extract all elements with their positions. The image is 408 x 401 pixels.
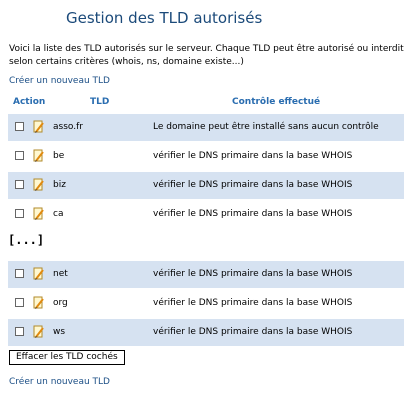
- pencil-edit-icon[interactable]: [33, 296, 45, 310]
- tld-name: ca: [53, 209, 64, 219]
- control-description: vérifier le DNS primaire dans la base WH…: [153, 180, 353, 190]
- pencil-edit-icon[interactable]: [33, 207, 45, 221]
- tld-name: biz: [53, 180, 66, 190]
- row-checkbox[interactable]: [15, 209, 24, 218]
- control-description: vérifier le DNS primaire dans la base WH…: [153, 209, 353, 219]
- control-description: vérifier le DNS primaire dans la base WH…: [153, 269, 353, 279]
- row-checkbox[interactable]: [15, 327, 24, 336]
- table-row: org vérifier le DNS primaire dans la bas…: [8, 290, 404, 317]
- table-row: ws vérifier le DNS primaire dans la base…: [8, 319, 404, 346]
- row-checkbox[interactable]: [15, 122, 24, 131]
- column-header-control: Contrôle effectué: [232, 97, 321, 107]
- row-checkbox[interactable]: [15, 298, 24, 307]
- tld-name: ws: [53, 327, 66, 337]
- control-description: Le domaine peut être installé sans aucun…: [153, 122, 379, 132]
- table-row: ca vérifier le DNS primaire dans la base…: [8, 201, 404, 228]
- truncation-marker: [...]: [8, 233, 45, 247]
- pencil-edit-icon[interactable]: [33, 120, 45, 134]
- create-tld-link-top[interactable]: Créer un nouveau TLD: [9, 76, 110, 86]
- row-checkbox[interactable]: [15, 151, 24, 160]
- pencil-edit-icon[interactable]: [33, 325, 45, 339]
- table-row: asso.fr Le domaine peut être installé sa…: [8, 114, 404, 141]
- table-row: net vérifier le DNS primaire dans la bas…: [8, 261, 404, 288]
- delete-checked-button[interactable]: Effacer les TLD cochés: [9, 350, 125, 365]
- pencil-edit-icon[interactable]: [33, 149, 45, 163]
- page-title: Gestion des TLD autorisés: [66, 9, 263, 27]
- column-header-tld: TLD: [90, 97, 110, 107]
- control-description: vérifier le DNS primaire dans la base WH…: [153, 151, 353, 161]
- table-row: be vérifier le DNS primaire dans la base…: [8, 143, 404, 170]
- control-description: vérifier le DNS primaire dans la base WH…: [153, 298, 353, 308]
- pencil-edit-icon[interactable]: [33, 267, 45, 281]
- control-description: vérifier le DNS primaire dans la base WH…: [153, 327, 353, 337]
- column-header-action: Action: [13, 97, 46, 107]
- create-tld-link-bottom[interactable]: Créer un nouveau TLD: [9, 377, 110, 387]
- tld-name: asso.fr: [53, 122, 83, 132]
- tld-name: be: [53, 151, 65, 161]
- intro-text: Voici la liste des TLD autorisés sur le …: [9, 44, 404, 67]
- row-checkbox[interactable]: [15, 269, 24, 278]
- table-row: biz vérifier le DNS primaire dans la bas…: [8, 172, 404, 199]
- row-checkbox[interactable]: [15, 180, 24, 189]
- pencil-edit-icon[interactable]: [33, 178, 45, 192]
- tld-name: org: [53, 298, 68, 308]
- tld-name: net: [53, 269, 68, 279]
